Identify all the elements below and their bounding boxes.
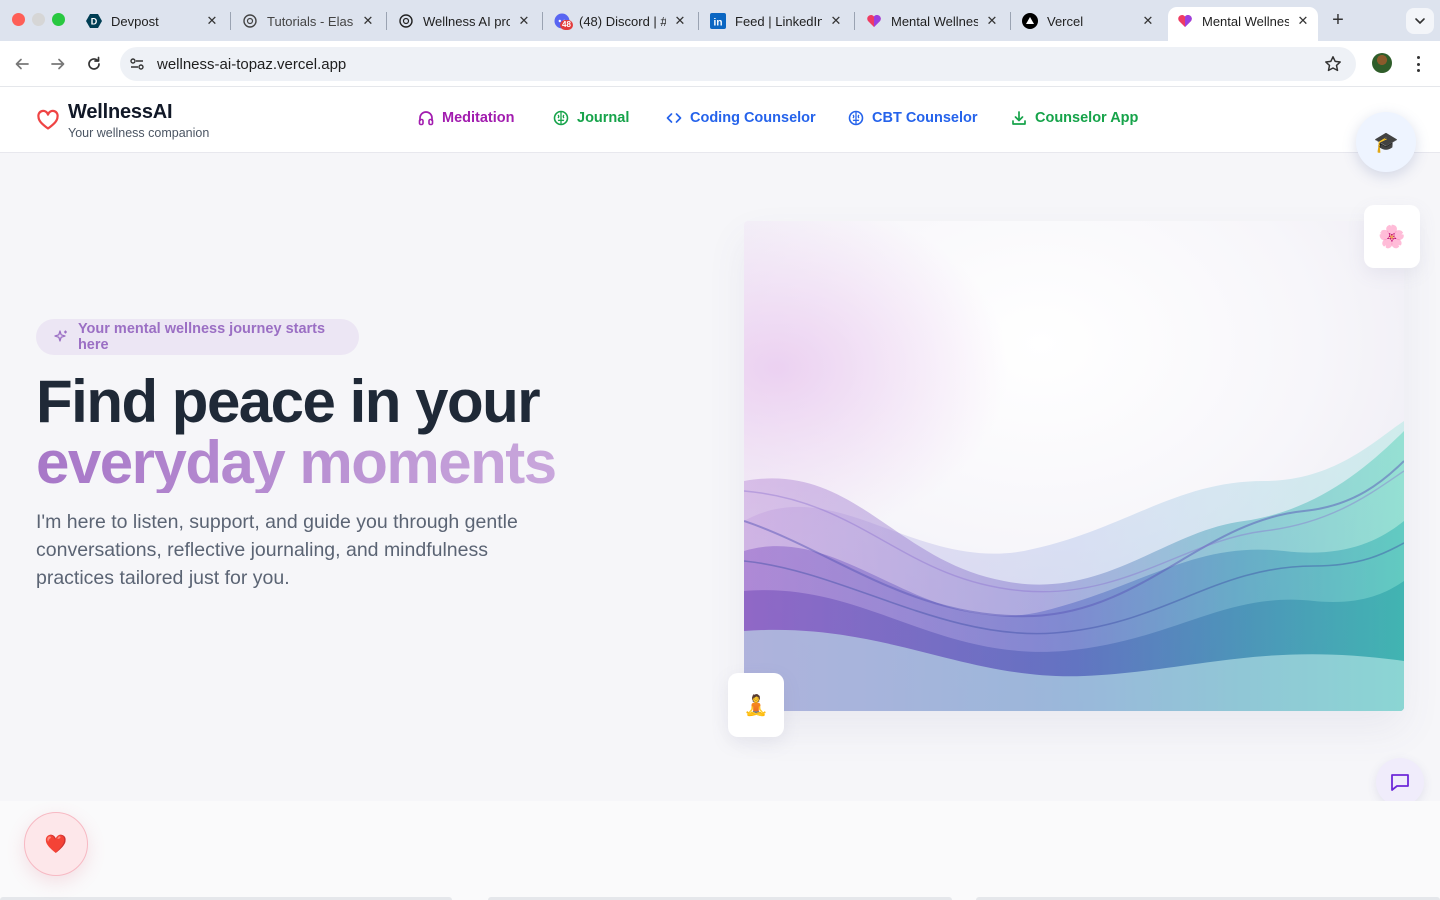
meditation-icon: 🧘	[743, 694, 769, 717]
browser-tab-active[interactable]: Mental Wellnes ✕	[1177, 8, 1311, 34]
linkedin-icon: in	[710, 13, 726, 29]
flower-icon: 🌸	[1378, 223, 1406, 249]
browser-tab-bar: D Devpost ✕ Tutorials - Elas ✕ Wellness …	[0, 0, 1440, 41]
notification-badge: 48	[560, 20, 573, 30]
features-section	[0, 801, 1440, 900]
download-icon	[1012, 111, 1026, 125]
browser-tab-tutorials[interactable]: Tutorials - Elas ✕	[242, 8, 376, 34]
bookmark-star-icon[interactable]	[1324, 55, 1342, 73]
window-minimize-button[interactable]	[32, 13, 45, 26]
tab-close-icon[interactable]: ✕	[204, 13, 220, 29]
hero-badge: Your mental wellness journey starts here	[36, 319, 359, 355]
tab-title: Vercel	[1047, 13, 1084, 29]
headphones-icon	[418, 111, 434, 126]
nav-meditation[interactable]: Meditation	[418, 110, 515, 126]
openai-icon	[398, 13, 414, 29]
headline-line-1: Find peace in your	[36, 368, 541, 435]
devpost-icon: D	[86, 13, 102, 29]
nav-label: Counselor App	[1035, 110, 1139, 126]
tab-title: Tutorials - Elas	[267, 13, 354, 29]
chat-button[interactable]	[1376, 758, 1424, 806]
floating-meditation-card: 🧘	[728, 673, 784, 737]
discord-icon: 48	[554, 13, 573, 30]
hero-description: I'm here to listen, support, and guide y…	[36, 511, 518, 589]
vercel-icon	[1022, 13, 1038, 29]
hero-headline: Find peace in your everyday moments	[36, 368, 557, 496]
tab-close-icon[interactable]: ✕	[360, 13, 376, 29]
nav-label: CBT Counselor	[872, 110, 978, 126]
site-header: WellnessAI Your wellness companion Medit…	[0, 88, 1440, 153]
window-close-button[interactable]	[12, 13, 25, 26]
nav-label: Coding Counselor	[690, 110, 816, 126]
tab-close-icon[interactable]: ✕	[1295, 13, 1311, 29]
tab-title: Wellness AI pro	[423, 13, 510, 29]
brain-icon	[553, 110, 569, 126]
openai-icon	[242, 13, 258, 29]
hero-badge-text: Your mental wellness journey starts here	[77, 321, 326, 353]
tab-close-icon[interactable]: ✕	[1140, 13, 1156, 29]
tab-close-icon[interactable]: ✕	[516, 13, 532, 29]
floating-flower-card: 🌸	[1364, 205, 1420, 268]
tab-title: Mental Wellnes	[1202, 13, 1289, 29]
hero-wave-illustration	[744, 221, 1404, 711]
heart-icon: ❤️	[44, 833, 68, 854]
nav-coding-counselor[interactable]: Coding Counselor	[666, 110, 816, 126]
profile-avatar[interactable]	[1372, 53, 1392, 73]
tab-title: Mental Wellnes	[891, 13, 978, 29]
tab-title: Devpost	[111, 13, 159, 29]
brain-icon	[848, 110, 864, 126]
arrow-left-icon	[15, 58, 29, 70]
tab-title: (48) Discord | #	[579, 13, 666, 29]
back-button[interactable]	[10, 52, 34, 76]
nav-counselor-app[interactable]: Counselor App	[1011, 110, 1138, 126]
nav-label: Journal	[577, 110, 630, 126]
svg-text:in: in	[714, 18, 723, 29]
tab-close-icon[interactable]: ✕	[828, 13, 844, 29]
browser-tab-wellness-ai[interactable]: Wellness AI pro ✕	[398, 8, 532, 34]
tab-search-button[interactable]	[1406, 8, 1434, 34]
arrow-right-icon	[51, 58, 65, 70]
app-heart-icon	[866, 13, 882, 29]
brand-name[interactable]: WellnessAI	[68, 101, 173, 124]
browser-tab-devpost[interactable]: D Devpost ✕	[86, 8, 220, 34]
chevron-down-icon	[1415, 18, 1425, 25]
site-settings-icon[interactable]	[129, 56, 145, 72]
reload-icon	[88, 56, 100, 70]
browser-toolbar: wellness-ai-topaz.vercel.app	[0, 41, 1440, 87]
browser-tab-linkedin[interactable]: in Feed | LinkedIn ✕	[710, 8, 844, 34]
address-bar[interactable]: wellness-ai-topaz.vercel.app	[120, 47, 1356, 81]
wellness-heart-button[interactable]: ❤️	[24, 812, 88, 876]
hero-section: Your mental wellness journey starts here…	[0, 153, 1440, 801]
browser-tab-mental-wellness[interactable]: Mental Wellnes ✕	[866, 8, 1000, 34]
code-icon	[666, 113, 682, 123]
new-tab-button[interactable]: +	[1328, 10, 1348, 30]
tab-close-icon[interactable]: ✕	[672, 13, 688, 29]
brand-tagline: Your wellness companion	[68, 126, 210, 140]
reload-button[interactable]	[82, 52, 106, 76]
tab-title: Feed | LinkedIn	[735, 13, 822, 29]
tab-close-icon[interactable]: ✕	[984, 13, 1000, 29]
graduation-cap-button[interactable]: 🎓	[1356, 112, 1416, 172]
headline-line-2: everyday moments	[36, 429, 557, 496]
window-zoom-button[interactable]	[52, 13, 65, 26]
url-text: wellness-ai-topaz.vercel.app	[157, 56, 347, 73]
nav-label: Meditation	[442, 110, 515, 126]
sparkles-icon	[54, 330, 67, 342]
nav-journal[interactable]: Journal	[553, 110, 629, 126]
graduation-cap-icon: 🎓	[1373, 131, 1399, 154]
app-heart-icon	[1177, 13, 1193, 29]
chat-bubble-icon	[1391, 774, 1409, 791]
forward-button[interactable]	[46, 52, 70, 76]
browser-menu-button[interactable]	[1410, 53, 1426, 75]
browser-tab-vercel[interactable]: Vercel ✕	[1022, 8, 1156, 34]
browser-tab-discord[interactable]: 48 (48) Discord | # ✕	[554, 8, 688, 34]
heart-logo-icon[interactable]	[36, 108, 60, 132]
svg-text:D: D	[91, 17, 98, 27]
nav-cbt-counselor[interactable]: CBT Counselor	[848, 110, 978, 126]
